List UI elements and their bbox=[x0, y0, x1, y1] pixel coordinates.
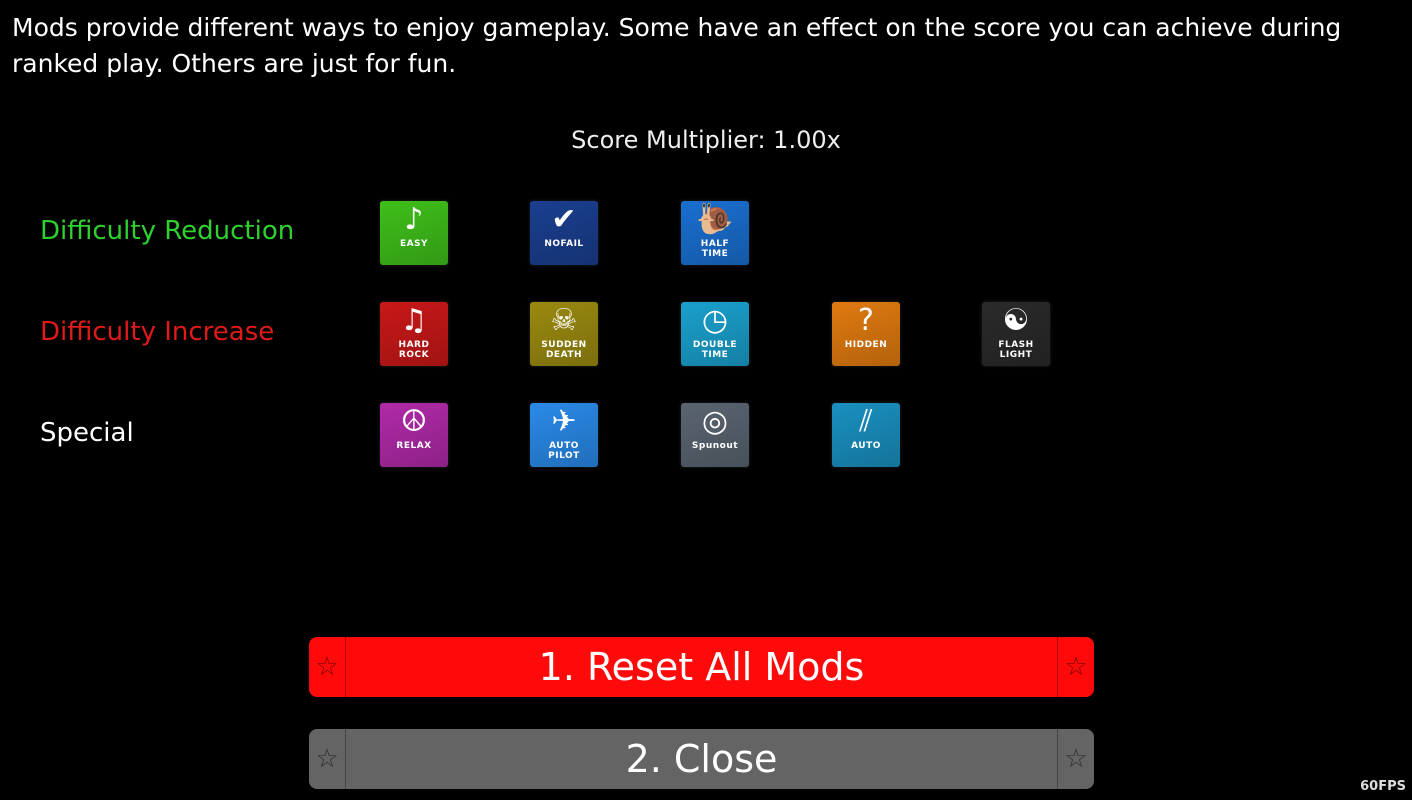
star-icon: ☆ bbox=[1057, 637, 1094, 697]
close-button[interactable]: ☆ 2. Close ☆ bbox=[309, 729, 1094, 789]
mod-label: HALF TIME bbox=[700, 239, 730, 259]
category-label: Special bbox=[40, 418, 134, 448]
snail-icon: 🐌 bbox=[696, 202, 734, 237]
music-notes-icon: ♫ bbox=[400, 303, 428, 338]
mod-relax[interactable]: ☮ RELAX bbox=[380, 403, 448, 467]
mod-label: HARD ROCK bbox=[398, 340, 430, 360]
fps-counter: 60FPS bbox=[1360, 779, 1406, 794]
mods-description: Mods provide different ways to enjoy gam… bbox=[12, 13, 1342, 78]
mod-spunout[interactable]: ◎ Spunout bbox=[681, 403, 749, 467]
reset-all-mods-button[interactable]: ☆ 1. Reset All Mods ☆ bbox=[309, 637, 1094, 697]
mod-flash-light[interactable]: ☯ FLASH LIGHT bbox=[982, 302, 1050, 366]
mod-label: HIDDEN bbox=[844, 340, 888, 350]
category-label: Difficulty Increase bbox=[40, 317, 275, 347]
mod-double-time[interactable]: ◷ DOUBLE TIME bbox=[681, 302, 749, 366]
mod-label: Spunout bbox=[691, 441, 739, 451]
mod-label: RELAX bbox=[396, 441, 432, 451]
mod-label: NOFAIL bbox=[544, 239, 584, 249]
mod-label: SUDDEN DEATH bbox=[541, 340, 587, 360]
mod-label: DOUBLE TIME bbox=[692, 340, 738, 360]
category-label: Difficulty Reduction bbox=[40, 216, 295, 246]
mod-auto-pilot[interactable]: ✈ AUTO PILOT bbox=[530, 403, 598, 467]
mod-half-time[interactable]: 🐌 HALF TIME bbox=[681, 201, 749, 265]
spinner-icon: ◎ bbox=[701, 404, 729, 439]
reset-label: 1. Reset All Mods bbox=[538, 645, 865, 689]
star-icon: ☆ bbox=[309, 729, 346, 789]
clock-icon: ◷ bbox=[701, 303, 729, 338]
question-mark-icon: ? bbox=[858, 303, 874, 338]
mod-auto[interactable]: ⫽ AUTO bbox=[832, 403, 900, 467]
star-icon: ☆ bbox=[309, 637, 346, 697]
mod-sudden-death[interactable]: ☠ SUDDEN DEATH bbox=[530, 302, 598, 366]
auto-bars-icon: ⫽ bbox=[859, 404, 873, 439]
score-multiplier: Score Multiplier: 1.00x bbox=[571, 126, 841, 154]
skull-icon: ☠ bbox=[550, 303, 578, 338]
mod-nofail[interactable]: ✔ NOFAIL bbox=[530, 201, 598, 265]
close-label: 2. Close bbox=[625, 737, 778, 781]
yin-yang-icon: ☯ bbox=[1002, 303, 1030, 338]
mod-label: FLASH LIGHT bbox=[998, 340, 1034, 360]
mod-easy[interactable]: ♪ EASY bbox=[380, 201, 448, 265]
mod-hard-rock[interactable]: ♫ HARD ROCK bbox=[380, 302, 448, 366]
mod-label: EASY bbox=[399, 239, 429, 249]
star-icon: ☆ bbox=[1057, 729, 1094, 789]
mod-label: AUTO PILOT bbox=[548, 441, 580, 461]
mod-label: AUTO bbox=[851, 441, 881, 451]
mod-hidden[interactable]: ? HIDDEN bbox=[832, 302, 900, 366]
airplane-icon: ✈ bbox=[551, 404, 577, 439]
checkmark-icon: ✔ bbox=[551, 202, 577, 237]
music-note-icon: ♪ bbox=[404, 202, 424, 237]
peace-icon: ☮ bbox=[400, 404, 428, 439]
